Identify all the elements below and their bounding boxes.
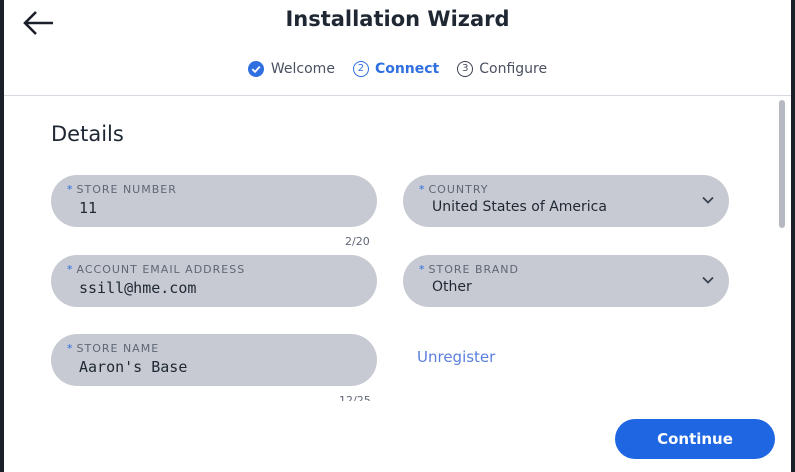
store-number-input[interactable]: 11 — [79, 199, 97, 217]
check-circle-icon — [247, 61, 264, 77]
required-mark: * — [67, 263, 74, 276]
step-label: Connect — [374, 61, 440, 77]
section-title: Details — [51, 122, 124, 146]
account-email-input[interactable]: ssill@hme.com — [79, 279, 196, 297]
page-title: Installation Wizard — [285, 7, 510, 31]
store-number-counter: 2/20 — [345, 235, 370, 248]
country-select[interactable]: * COUNTRY United States of America — [403, 175, 729, 227]
store-brand-value: Other — [432, 279, 472, 295]
store-name-input[interactable]: Aaron's Base — [79, 358, 187, 376]
chevron-down-icon — [702, 196, 714, 204]
required-mark: * — [419, 263, 426, 276]
field-label: * COUNTRY — [419, 183, 489, 196]
step-configure[interactable]: 3 Configure — [457, 61, 547, 77]
required-mark: * — [419, 183, 426, 196]
step-label: Configure — [479, 61, 548, 77]
field-label: * STORE NUMBER — [67, 183, 177, 196]
wizard-header: Installation Wizard Welcome 2 Connect 3 … — [4, 0, 791, 96]
chevron-down-icon — [702, 276, 714, 284]
required-mark: * — [67, 183, 74, 196]
required-mark: * — [67, 342, 74, 355]
step-number: 3 — [457, 61, 474, 77]
field-label: * ACCOUNT EMAIL ADDRESS — [67, 263, 246, 276]
country-value: United States of America — [432, 199, 607, 215]
window-frame-right — [791, 0, 795, 472]
store-name-field[interactable]: * STORE NAME Aaron's Base — [51, 334, 377, 386]
continue-button[interactable]: Continue — [615, 419, 775, 459]
step-connect[interactable]: 2 Connect — [352, 61, 440, 77]
step-welcome[interactable]: Welcome — [247, 61, 335, 77]
wizard-steps: Welcome 2 Connect 3 Configure — [4, 61, 791, 77]
scrollbar-thumb[interactable] — [779, 100, 785, 228]
field-label: * STORE NAME — [67, 342, 160, 355]
details-form: Details * STORE NUMBER 11 2/20 * COUNTRY U… — [4, 96, 791, 472]
store-brand-select[interactable]: * STORE BRAND Other — [403, 255, 729, 307]
unregister-link[interactable]: Unregister — [417, 348, 495, 366]
store-name-counter: 12/25 — [339, 394, 371, 401]
field-label: * STORE BRAND — [419, 263, 519, 276]
step-number: 2 — [352, 61, 369, 77]
account-email-field[interactable]: * ACCOUNT EMAIL ADDRESS ssill@hme.com — [51, 255, 377, 307]
store-number-field[interactable]: * STORE NUMBER 11 — [51, 175, 377, 227]
step-label: Welcome — [270, 61, 335, 77]
